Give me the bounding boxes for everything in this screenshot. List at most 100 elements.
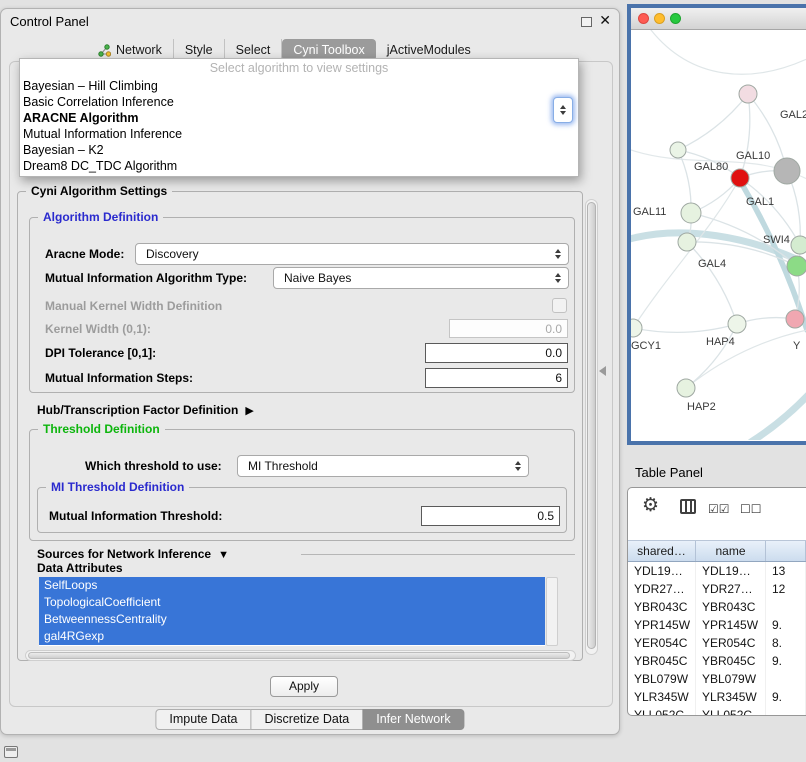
- combo-arrows-icon: [508, 461, 528, 471]
- network-node[interactable]: [731, 169, 749, 187]
- mac-close-button[interactable]: [638, 13, 649, 24]
- tab-label: Select: [236, 43, 271, 57]
- mac-minimize-button[interactable]: [654, 13, 665, 24]
- network-node[interactable]: [739, 85, 757, 103]
- table-cell: YPR145W: [628, 616, 696, 634]
- algorithm-combo-button[interactable]: [553, 97, 573, 123]
- combo-arrows-icon: [548, 273, 568, 283]
- panel-splitter-collapse-icon[interactable]: [599, 366, 606, 376]
- dpi-tolerance-label: DPI Tolerance [0,1]:: [45, 346, 156, 360]
- tab-impute-data[interactable]: Impute Data: [155, 709, 251, 730]
- gear-icon[interactable]: ⚙: [642, 494, 659, 517]
- mac-zoom-button[interactable]: [670, 13, 681, 24]
- network-node[interactable]: [786, 310, 804, 328]
- node-label: HAP4: [706, 336, 735, 348]
- network-node[interactable]: [677, 379, 695, 397]
- control-panel-title: Control Panel: [10, 14, 89, 29]
- network-edge: [651, 30, 806, 74]
- network-node[interactable]: [787, 256, 806, 276]
- table-row[interactable]: YLR345WYLR345W9.: [628, 688, 806, 706]
- chevron-right-icon: ▶: [245, 405, 253, 417]
- column-header-shared[interactable]: shared…: [628, 541, 696, 561]
- network-node[interactable]: [670, 142, 686, 158]
- cyni-bottom-tabs: Impute DataDiscretize DataInfer Network: [155, 709, 464, 730]
- table-row[interactable]: YBR043CYBR043C: [628, 598, 806, 616]
- group-title-algorithm-definition: Algorithm Definition: [38, 210, 163, 224]
- attribute-item-topologicalcoefficient[interactable]: TopologicalCoefficient: [39, 594, 545, 611]
- network-node[interactable]: [678, 233, 696, 251]
- network-edge: [687, 242, 737, 324]
- manual-kernel-width-checkbox: [552, 298, 567, 313]
- sources-label: Sources for Network Inference: [37, 547, 211, 561]
- which-threshold-select[interactable]: MI Threshold: [237, 455, 529, 477]
- network-node[interactable]: [681, 203, 701, 223]
- algorithm-option-bayesian-k2[interactable]: Bayesian – K2: [20, 142, 578, 158]
- float-window-icon[interactable]: [581, 17, 592, 27]
- table-row[interactable]: YPR145WYPR145W9.: [628, 616, 806, 634]
- algorithm-option-basic-correlation-inference[interactable]: Basic Correlation Inference: [20, 94, 578, 110]
- algorithm-option-aracne-algorithm[interactable]: ARACNE Algorithm: [20, 110, 578, 126]
- attributes-scrollbar[interactable]: [546, 577, 558, 646]
- table-cell: 9.: [766, 688, 806, 706]
- hub-definition-section-header[interactable]: Hub/Transcription Factor Definition▶: [37, 403, 254, 417]
- network-canvas[interactable]: GAL2GAL80GAL10GAL11GAL1SWI4GAL4GCY1HAP4Y…: [631, 30, 806, 440]
- table-cell: YDR27…: [628, 580, 696, 598]
- settings-vertical-scrollbar[interactable]: [585, 199, 598, 655]
- manual-kernel-width-label: Manual Kernel Width Definition: [45, 299, 222, 313]
- attribute-item-gal4rgexp[interactable]: gal4RGexp: [39, 628, 545, 645]
- table-cell: [766, 706, 806, 715]
- table-panel-title: Table Panel: [635, 465, 703, 480]
- network-node[interactable]: [631, 319, 642, 337]
- network-canvas-container: GAL2GAL80GAL10GAL11GAL1SWI4GAL4GCY1HAP4Y…: [631, 30, 806, 440]
- columns-icon[interactable]: [680, 499, 696, 514]
- tab-infer-network[interactable]: Infer Network: [362, 709, 464, 730]
- scrollbar-thumb[interactable]: [28, 652, 570, 659]
- settings-horizontal-scrollbar[interactable]: [25, 650, 576, 661]
- data-attributes-list[interactable]: SelfLoopsTopologicalCoefficientBetweenne…: [39, 577, 545, 646]
- network-node[interactable]: [728, 315, 746, 333]
- attribute-item-betweennesscentrality[interactable]: BetweennessCentrality: [39, 611, 545, 628]
- apply-button[interactable]: Apply: [270, 676, 338, 697]
- tab-discretize-data[interactable]: Discretize Data: [251, 709, 364, 730]
- mi-threshold-field[interactable]: 0.5: [421, 506, 560, 526]
- aracne-mode-select[interactable]: Discovery: [135, 243, 569, 265]
- mi-steps-field[interactable]: 6: [425, 368, 568, 388]
- table-row[interactable]: YBL079WYBL079W: [628, 670, 806, 688]
- column-header-2[interactable]: [766, 541, 806, 561]
- network-window-titlebar: [631, 8, 806, 30]
- algorithm-option-dream8-dc-tdc-algorithm[interactable]: Dream8 DC_TDC Algorithm: [20, 158, 578, 174]
- attribute-item-selfloops[interactable]: SelfLoops: [39, 577, 545, 594]
- unchecked-rows-icon[interactable]: ☐☐: [740, 502, 762, 516]
- node-label: HAP2: [687, 401, 716, 413]
- table-panel-window: ⚙ ☑☑ ☐☐ shared…name YDL19…YDL19…13YDR27……: [627, 487, 806, 716]
- table-cell: YBL079W: [628, 670, 696, 688]
- network-edge: [633, 324, 737, 332]
- dpi-tolerance-field[interactable]: 0.0: [425, 343, 568, 363]
- close-window-icon[interactable]: ✕: [599, 12, 611, 29]
- node-label: GAL10: [736, 150, 770, 162]
- node-label: GAL2: [780, 109, 806, 121]
- table-cell: YDL19…: [696, 562, 766, 580]
- minimized-panel-icon[interactable]: [4, 746, 18, 758]
- algorithm-option-bayesian-hill-climbing[interactable]: Bayesian – Hill Climbing: [20, 78, 578, 94]
- table-row[interactable]: YDR27…YDR27…12: [628, 580, 806, 598]
- table-cell: YER054C: [628, 634, 696, 652]
- table-cell: [766, 598, 806, 616]
- algorithm-option-mutual-information-inference[interactable]: Mutual Information Inference: [20, 126, 578, 142]
- aracne-mode-value: Discovery: [136, 247, 548, 261]
- mi-algorithm-type-select[interactable]: Naive Bayes: [273, 267, 569, 289]
- table-row[interactable]: YER054CYER054C8.: [628, 634, 806, 652]
- network-node[interactable]: [791, 236, 806, 254]
- table-cell: [766, 670, 806, 688]
- table-row[interactable]: YDL19…YDL19…13: [628, 562, 806, 580]
- table-row[interactable]: YBR045CYBR045C9.: [628, 652, 806, 670]
- checked-rows-icon[interactable]: ☑☑: [708, 502, 730, 516]
- column-header-name[interactable]: name: [696, 541, 766, 561]
- table-row[interactable]: YLL052CYLL052C: [628, 706, 806, 715]
- mi-steps-label: Mutual Information Steps:: [45, 371, 193, 385]
- node-label: Y: [793, 340, 801, 352]
- mi-algorithm-type-label: Mutual Information Algorithm Type:: [45, 271, 247, 285]
- network-node[interactable]: [774, 158, 800, 184]
- scrollbar-thumb[interactable]: [587, 202, 596, 649]
- sources-section-header[interactable]: Sources for Network Inference▼: [37, 547, 229, 561]
